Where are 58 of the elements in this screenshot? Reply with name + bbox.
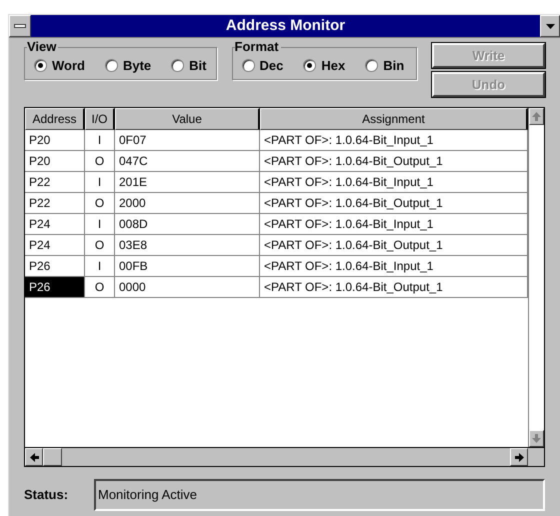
dropdown-button[interactable] (540, 15, 560, 37)
scroll-left-button[interactable] (25, 448, 43, 466)
vertical-scrollbar[interactable] (528, 108, 544, 447)
radio-option[interactable]: Hex (303, 56, 346, 76)
table-cell: 008D (115, 214, 260, 234)
table-cell: 201E (115, 172, 260, 192)
status-field: Monitoring Active (94, 479, 545, 511)
table-cell: 0000 (115, 277, 260, 297)
table-cell: P24 (25, 214, 85, 234)
window-title: Address Monitor (31, 15, 540, 37)
system-menu-button[interactable] (9, 15, 31, 37)
scroll-down-button[interactable] (529, 430, 544, 447)
right-arrow-icon (514, 452, 524, 462)
table-cell: P20 (25, 130, 85, 150)
table-row[interactable]: P20 I 0F07 <PART OF>: 1.0.64-Bit_Input_1 (25, 130, 528, 151)
table-cell: 047C (115, 151, 260, 171)
table-cell: 0F07 (115, 130, 260, 150)
down-arrow-icon (532, 434, 541, 443)
table-cell: P26 (25, 256, 85, 276)
table-row[interactable]: P24 O 03E8 <PART OF>: 1.0.64-Bit_Output_1 (25, 235, 528, 256)
column-header[interactable]: Assignment (260, 108, 528, 130)
table-row[interactable]: P22 O 2000 <PART OF>: 1.0.64-Bit_Output_1 (25, 193, 528, 214)
radio-option[interactable]: Bit (171, 56, 207, 76)
table-row[interactable]: P20 O 047C <PART OF>: 1.0.64-Bit_Output_1 (25, 151, 528, 172)
table-cell: O (85, 235, 115, 255)
scroll-right-button[interactable] (510, 448, 528, 466)
table-cell: 2000 (115, 193, 260, 213)
scroll-up-button[interactable] (529, 108, 544, 125)
column-header[interactable]: Address (25, 108, 85, 130)
radio-option[interactable]: Dec (242, 56, 284, 76)
caret-icon (546, 22, 554, 30)
table-cell: P20 (25, 151, 85, 171)
up-arrow-icon (532, 112, 541, 121)
scroll-thumb[interactable] (43, 448, 62, 466)
table-cell: I (85, 256, 115, 276)
table-cell: P24 (25, 235, 85, 255)
table-row[interactable]: P24 I 008D <PART OF>: 1.0.64-Bit_Input_1 (25, 214, 528, 235)
table-cell: I (85, 130, 115, 150)
table-cell: P22 (25, 172, 85, 192)
table-cell: O (85, 151, 115, 171)
column-header[interactable]: I/O (85, 108, 115, 130)
left-arrow-icon (30, 452, 38, 462)
table-row[interactable]: P26 O 0000 <PART OF>: 1.0.64-Bit_Output_1 (25, 277, 528, 298)
table-cell: I (85, 172, 115, 192)
table-cell: 03E8 (115, 235, 260, 255)
horizontal-scrollbar[interactable] (25, 448, 528, 466)
table-cell: 00FB (115, 256, 260, 276)
table-row[interactable]: P22 I 201E <PART OF>: 1.0.64-Bit_Input_1 (25, 172, 528, 193)
table-cell: I (85, 214, 115, 234)
status-label: Status: (24, 486, 70, 504)
column-header[interactable]: Value (115, 108, 260, 130)
table-cell: O (85, 277, 115, 297)
radio-option[interactable]: Word (34, 56, 85, 76)
radio-option[interactable]: Bin (365, 56, 404, 76)
table-cell: P22 (25, 193, 85, 213)
table-cell: O (85, 193, 115, 213)
table-cell: P26 (25, 277, 85, 297)
radio-option[interactable]: Byte (104, 56, 152, 76)
